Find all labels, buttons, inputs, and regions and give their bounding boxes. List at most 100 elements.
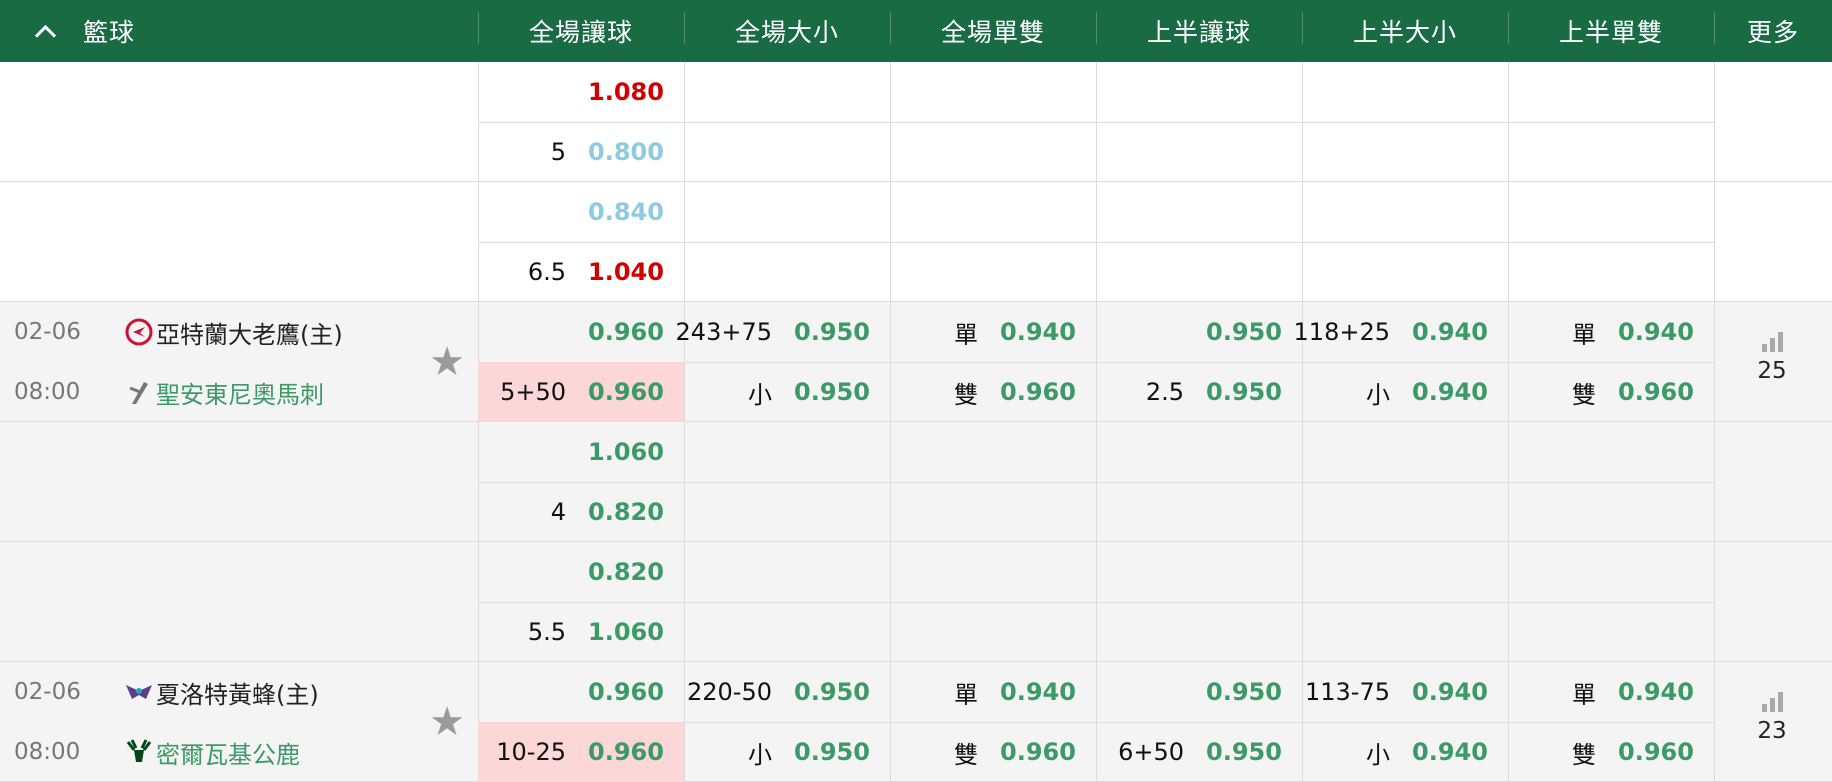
half-odd-even-cell[interactable]: 單 0.940 [1508, 302, 1714, 362]
alt-handicap-cell[interactable]: 0.820 [478, 542, 684, 602]
full-over-under-cell[interactable]: 小 0.950 [684, 362, 890, 422]
full-handicap-cell-odds: 0.960 [588, 738, 664, 766]
hornets-logo-icon [124, 677, 154, 707]
half-odd-even-cell-line: 單 [1572, 320, 1596, 349]
full-odd-even-cell[interactable]: 單 0.940 [890, 662, 1096, 722]
sport-header: 籃球 全場讓球 全場大小 全場單雙 上半讓球 上半大小 上半單雙 更多 [0, 0, 1832, 62]
match-time: 08:00 [14, 379, 81, 405]
alt-handicap-cell-odds: 1.060 [588, 438, 664, 466]
full-odd-even-cell-line: 雙 [954, 380, 978, 409]
full-odd-even-cell[interactable]: 雙 0.960 [890, 362, 1096, 422]
half-odd-even-cell-odds: 0.960 [1618, 738, 1694, 766]
full-over-under-cell-line: 220-50 [686, 678, 772, 706]
half-handicap-cell-odds: 0.950 [1206, 318, 1282, 346]
alt-handicap-cell-odds: 0.820 [588, 498, 664, 526]
half-odd-even-cell-line: 單 [1572, 680, 1596, 709]
half-handicap-cell-odds: 0.950 [1206, 378, 1282, 406]
team-row-home: 02-06 夏洛特黃蜂(主) [0, 662, 319, 722]
col-more[interactable]: 更多 [1714, 0, 1832, 62]
favorite-star-icon[interactable]: ★ [427, 702, 467, 742]
favorite-star-icon[interactable]: ★ [427, 342, 467, 382]
half-odd-even-cell[interactable]: 單 0.940 [1508, 662, 1714, 722]
full-odd-even-cell-line: 單 [954, 680, 978, 709]
full-over-under-cell-odds: 0.950 [794, 738, 870, 766]
full-odd-even-cell-odds: 0.960 [1000, 738, 1076, 766]
half-over-under-cell[interactable]: 113-75 0.940 [1302, 662, 1508, 722]
half-handicap-cell[interactable]: 0.950 [1096, 302, 1302, 362]
col-full-odd-even[interactable]: 全場單雙 [890, 0, 1096, 62]
half-odd-even-cell[interactable]: 雙 0.960 [1508, 362, 1714, 422]
half-handicap-cell-line: 6+50 [1118, 738, 1184, 766]
half-handicap-cell-odds: 0.950 [1206, 678, 1282, 706]
full-over-under-cell[interactable]: 243+75 0.950 [676, 302, 890, 362]
half-handicap-cell[interactable]: 6+50 0.950 [1096, 722, 1302, 782]
col-full-over-under[interactable]: 全場大小 [684, 0, 890, 62]
full-odd-even-cell[interactable]: 單 0.940 [890, 302, 1096, 362]
match-time: 08:00 [14, 739, 81, 765]
col-half-over-under[interactable]: 上半大小 [1302, 0, 1508, 62]
column-divider [1714, 422, 1715, 542]
chevron-up-icon[interactable] [34, 24, 57, 46]
half-over-under-cell[interactable]: 小 0.940 [1302, 362, 1508, 422]
alt-handicap-cell-odds: 0.800 [588, 138, 664, 166]
half-odd-even-cell[interactable]: 雙 0.960 [1508, 722, 1714, 782]
half-over-under-cell-odds: 0.940 [1412, 738, 1488, 766]
alt-handicap-cell[interactable]: 5.5 1.060 [478, 602, 684, 662]
sport-title: 籃球 [83, 18, 136, 47]
full-handicap-cell[interactable]: 0.960 [478, 302, 684, 362]
half-odd-even-cell-odds: 0.940 [1618, 678, 1694, 706]
away-team-name[interactable]: 密爾瓦基公鹿 [156, 735, 300, 770]
full-odd-even-cell[interactable]: 雙 0.960 [890, 722, 1096, 782]
full-handicap-cell[interactable]: 0.960 [478, 662, 684, 722]
alt-handicap-cell[interactable]: 6.5 1.040 [478, 242, 684, 302]
full-handicap-cell[interactable]: 10-25 0.960 [478, 722, 684, 782]
away-team-name[interactable]: 聖安東尼奧馬刺 [156, 375, 324, 410]
half-over-under-cell-line: 小 [1366, 740, 1390, 769]
half-over-under-cell-odds: 0.940 [1412, 318, 1488, 346]
alt-handicap-cell-line: 5 [550, 138, 566, 166]
bucks-logo-icon [124, 737, 154, 767]
alt-handicap-cell-line: 6.5 [527, 258, 566, 286]
home-team-name[interactable]: 亞特蘭大老鷹(主) [156, 315, 343, 350]
home-team-name[interactable]: 夏洛特黃蜂(主) [156, 675, 319, 710]
full-odd-even-cell-odds: 0.960 [1000, 378, 1076, 406]
col-half-handicap[interactable]: 上半讓球 [1096, 0, 1302, 62]
full-odd-even-cell-line: 雙 [954, 740, 978, 769]
alt-handicap-cell-odds: 0.840 [588, 198, 664, 226]
full-over-under-cell[interactable]: 小 0.950 [684, 722, 890, 782]
full-handicap-cell-odds: 0.960 [588, 318, 664, 346]
half-over-under-cell[interactable]: 118+25 0.940 [1294, 302, 1508, 362]
half-odd-even-cell-line: 雙 [1572, 380, 1596, 409]
alt-handicap-cell[interactable]: 4 0.820 [478, 482, 684, 542]
sport-toggle[interactable]: 籃球 [30, 0, 135, 62]
half-handicap-cell[interactable]: 0.950 [1096, 662, 1302, 722]
full-over-under-cell-line: 小 [748, 380, 772, 409]
full-odd-even-cell-line: 單 [954, 320, 978, 349]
alt-handicap-cell[interactable]: 1.080 [478, 62, 684, 122]
more-markets-button[interactable]: 23 [1712, 690, 1832, 744]
half-over-under-cell-line: 118+25 [1293, 318, 1390, 346]
full-handicap-cell[interactable]: 5+50 0.960 [478, 362, 684, 422]
full-handicap-cell-line: 5+50 [500, 378, 566, 406]
team-row-home: 02-06 亞特蘭大老鷹(主) [0, 302, 343, 362]
hawks-logo-icon [124, 317, 154, 347]
half-handicap-cell[interactable]: 2.5 0.950 [1096, 362, 1302, 422]
more-markets-button[interactable]: 25 [1712, 330, 1832, 384]
team-row-away: 08:00 密爾瓦基公鹿 [0, 722, 300, 782]
half-over-under-cell[interactable]: 小 0.940 [1302, 722, 1508, 782]
half-odd-even-cell-line: 雙 [1572, 740, 1596, 769]
column-divider [1714, 62, 1715, 182]
more-count: 23 [1757, 718, 1787, 744]
col-full-handicap[interactable]: 全場讓球 [478, 0, 684, 62]
full-over-under-cell-odds: 0.950 [794, 378, 870, 406]
full-over-under-cell-odds: 0.950 [794, 318, 870, 346]
half-odd-even-cell-odds: 0.960 [1618, 378, 1694, 406]
alt-handicap-cell[interactable]: 1.060 [478, 422, 684, 482]
alt-handicap-cell[interactable]: 5 0.800 [478, 122, 684, 182]
col-half-odd-even[interactable]: 上半單雙 [1508, 0, 1714, 62]
alt-handicap-cell-line: 4 [550, 498, 566, 526]
team-row-away: 08:00 聖安東尼奧馬刺 [0, 362, 324, 422]
alt-handicap-cell[interactable]: 0.840 [478, 182, 684, 242]
half-over-under-cell-line: 113-75 [1304, 678, 1390, 706]
full-over-under-cell[interactable]: 220-50 0.950 [684, 662, 890, 722]
